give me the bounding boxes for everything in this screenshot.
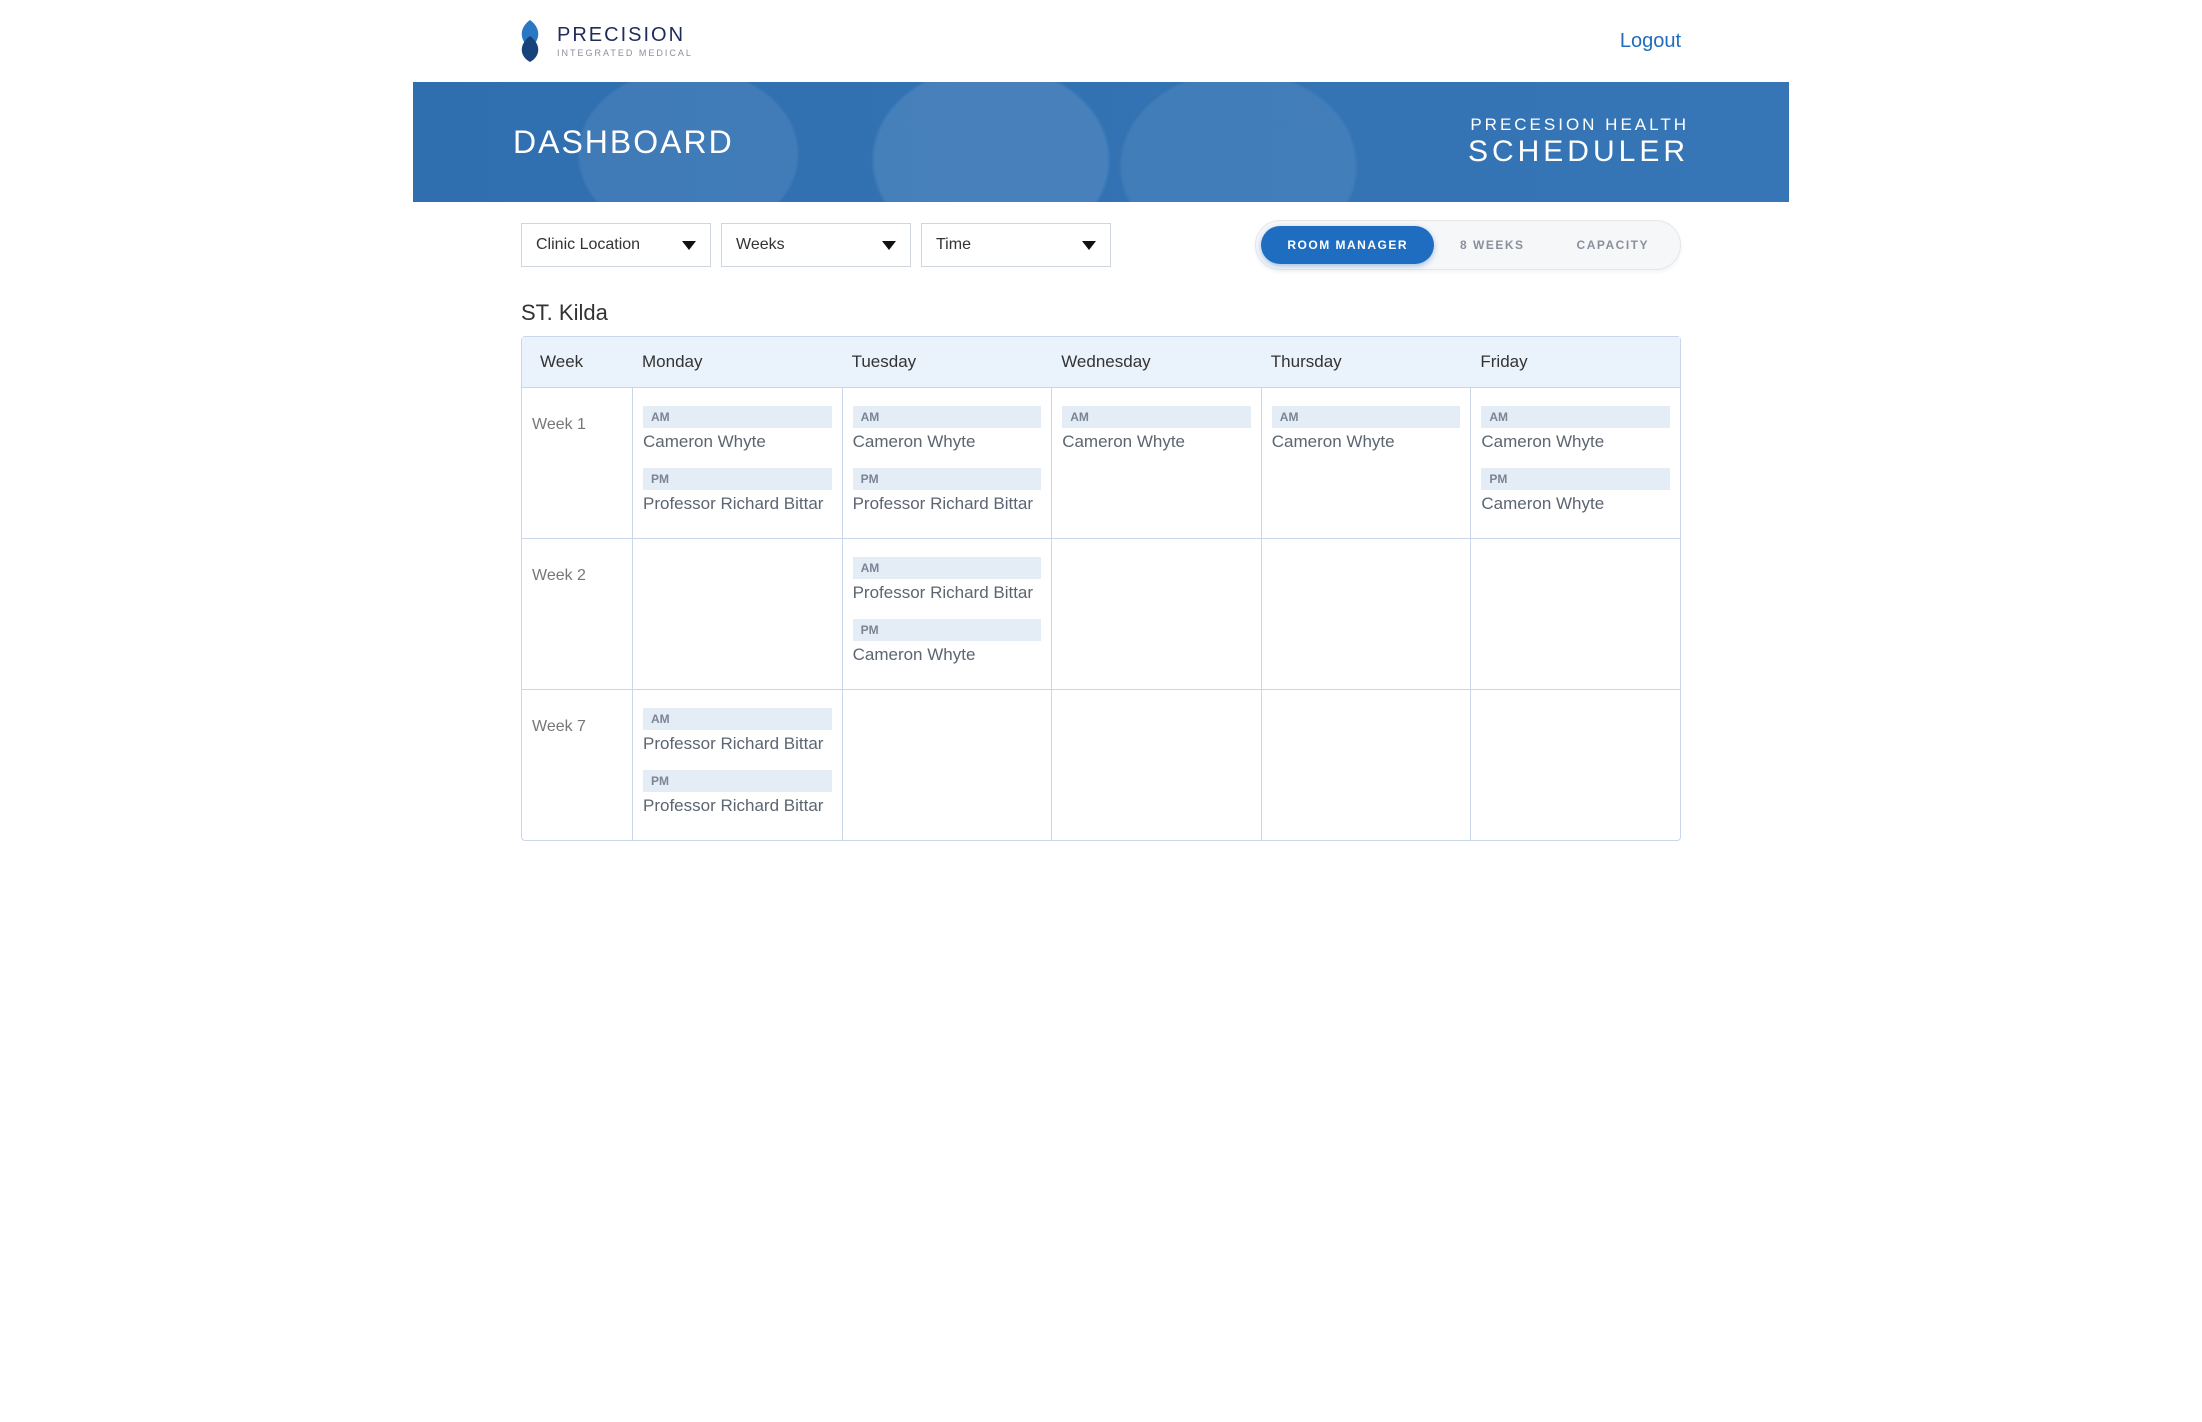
am-label: AM bbox=[1272, 406, 1461, 428]
schedule-cell[interactable] bbox=[1470, 690, 1680, 840]
schedule-cell[interactable] bbox=[1261, 690, 1471, 840]
col-header-friday: Friday bbox=[1470, 337, 1680, 387]
col-header-wednesday: Wednesday bbox=[1051, 337, 1261, 387]
weeks-dropdown[interactable]: Weeks bbox=[721, 223, 911, 267]
logout-link[interactable]: Logout bbox=[1612, 26, 1689, 57]
schedule-cell[interactable] bbox=[1051, 539, 1261, 689]
brand-text: PRECISION INTEGRATED MEDICAL bbox=[557, 25, 693, 58]
brand: PRECISION INTEGRATED MEDICAL bbox=[513, 18, 693, 64]
week-label-cell: Week 7 bbox=[522, 690, 632, 840]
schedule-cell[interactable]: AM Cameron Whyte bbox=[1051, 388, 1261, 538]
am-label: AM bbox=[853, 406, 1042, 428]
schedule-table: Week Monday Tuesday Wednesday Thursday F… bbox=[521, 336, 1681, 841]
brand-name: PRECISION bbox=[557, 25, 693, 45]
col-header-tuesday: Tuesday bbox=[842, 337, 1052, 387]
pm-label: PM bbox=[643, 770, 832, 792]
col-header-thursday: Thursday bbox=[1261, 337, 1471, 387]
app-name-top: PRECESION HEALTH bbox=[1468, 115, 1689, 135]
am-assignee: Cameron Whyte bbox=[853, 432, 1042, 452]
am-label: AM bbox=[1062, 406, 1251, 428]
pm-assignee: Professor Richard Bittar bbox=[643, 494, 832, 514]
am-assignee: Professor Richard Bittar bbox=[643, 734, 832, 754]
brand-logo-icon bbox=[513, 18, 547, 64]
am-label: AM bbox=[643, 406, 832, 428]
tab-capacity[interactable]: CAPACITY bbox=[1551, 226, 1675, 264]
am-assignee: Professor Richard Bittar bbox=[853, 583, 1042, 603]
table-row: Week 1 AM Cameron Whyte PM Professor Richard… bbox=[522, 388, 1680, 538]
pm-label: PM bbox=[853, 468, 1042, 490]
week-label-cell: Week 2 bbox=[522, 539, 632, 689]
controls-row: Clinic Location Weeks Time ROOM MANAGER … bbox=[501, 202, 1701, 280]
pm-assignee: Cameron Whyte bbox=[1481, 494, 1670, 514]
pm-label: PM bbox=[643, 468, 832, 490]
tab-8-weeks[interactable]: 8 WEEKS bbox=[1434, 226, 1551, 264]
brand-subtitle: INTEGRATED MEDICAL bbox=[557, 49, 693, 58]
schedule-cell[interactable]: AM Professor Richard Bittar PM Professor Ri… bbox=[632, 690, 842, 840]
schedule-cell[interactable]: AM Professor Richard Bittar PM Cameron Whyt… bbox=[842, 539, 1052, 689]
am-assignee: Cameron Whyte bbox=[1272, 432, 1461, 452]
am-label: AM bbox=[643, 708, 832, 730]
time-label: Time bbox=[936, 236, 971, 254]
am-assignee: Cameron Whyte bbox=[1062, 432, 1251, 452]
chevron-down-icon bbox=[882, 241, 896, 250]
weeks-label: Weeks bbox=[736, 236, 785, 254]
am-assignee: Cameron Whyte bbox=[1481, 432, 1670, 452]
tab-room-manager[interactable]: ROOM MANAGER bbox=[1261, 226, 1434, 264]
schedule-cell[interactable] bbox=[1470, 539, 1680, 689]
clinic-location-dropdown[interactable]: Clinic Location bbox=[521, 223, 711, 267]
am-label: AM bbox=[853, 557, 1042, 579]
chevron-down-icon bbox=[1082, 241, 1096, 250]
schedule-cell[interactable]: AM Cameron Whyte bbox=[1261, 388, 1471, 538]
pm-label: PM bbox=[1481, 468, 1670, 490]
view-tab-group: ROOM MANAGER 8 WEEKS CAPACITY bbox=[1255, 220, 1681, 270]
schedule-cell[interactable] bbox=[1261, 539, 1471, 689]
topbar: PRECISION INTEGRATED MEDICAL Logout bbox=[413, 0, 1789, 82]
chevron-down-icon bbox=[682, 241, 696, 250]
location-heading: ST. Kilda bbox=[501, 280, 1701, 336]
schedule-cell[interactable]: AM Cameron Whyte PM Professor Richard Bitta… bbox=[842, 388, 1052, 538]
page-title: DASHBOARD bbox=[513, 124, 734, 161]
col-header-week: Week bbox=[522, 337, 632, 387]
pm-label: PM bbox=[853, 619, 1042, 641]
col-header-monday: Monday bbox=[632, 337, 842, 387]
schedule-cell[interactable] bbox=[1051, 690, 1261, 840]
am-assignee: Cameron Whyte bbox=[643, 432, 832, 452]
schedule-cell[interactable] bbox=[842, 690, 1052, 840]
schedule-cell[interactable]: AM Cameron Whyte PM Professor Richard Bitta… bbox=[632, 388, 842, 538]
schedule-header-row: Week Monday Tuesday Wednesday Thursday F… bbox=[522, 337, 1680, 388]
pm-assignee: Professor Richard Bittar bbox=[643, 796, 832, 816]
pm-assignee: Professor Richard Bittar bbox=[853, 494, 1042, 514]
clinic-location-label: Clinic Location bbox=[536, 236, 640, 254]
table-row: Week 7 AM Professor Richard Bittar PM Profes… bbox=[522, 689, 1680, 840]
hero-banner: DASHBOARD PRECESION HEALTH SCHEDULER bbox=[413, 82, 1789, 202]
app-name-main: SCHEDULER bbox=[1468, 135, 1689, 169]
schedule-cell[interactable] bbox=[632, 539, 842, 689]
week-label-cell: Week 1 bbox=[522, 388, 632, 538]
table-row: Week 2 AM Professor Richard Bittar PM Camero… bbox=[522, 538, 1680, 689]
am-label: AM bbox=[1481, 406, 1670, 428]
dropdown-group: Clinic Location Weeks Time bbox=[521, 223, 1111, 267]
schedule-cell[interactable]: AM Cameron Whyte PM Cameron Whyte bbox=[1470, 388, 1680, 538]
time-dropdown[interactable]: Time bbox=[921, 223, 1111, 267]
pm-assignee: Cameron Whyte bbox=[853, 645, 1042, 665]
